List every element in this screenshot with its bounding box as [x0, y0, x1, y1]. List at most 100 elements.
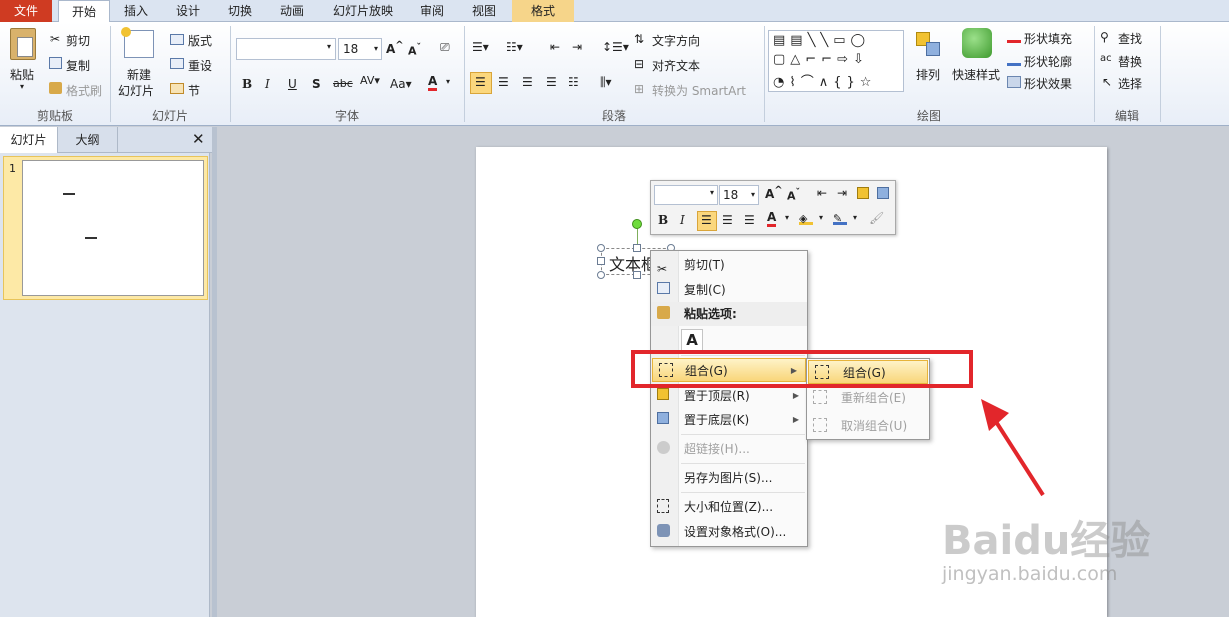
find-button[interactable]: 查找: [1118, 30, 1142, 47]
resize-handle-bm[interactable]: [633, 271, 641, 279]
columns-icon[interactable]: ⫼▾: [600, 75, 612, 90]
mini-format-painter-icon[interactable]: 🖌: [869, 211, 884, 225]
numbering-icon[interactable]: ☷▾: [506, 40, 523, 54]
mini-fill-icon[interactable]: ◈: [799, 211, 813, 225]
underline-icon[interactable]: U: [288, 77, 297, 91]
decrease-indent-icon[interactable]: ⇤: [550, 40, 560, 54]
resize-handle-bl[interactable]: [597, 271, 605, 279]
mini-outline-icon[interactable]: ✎: [833, 211, 847, 225]
convert-smartart-button[interactable]: 转换为 SmartArt: [652, 82, 746, 99]
mini-align-left-icon[interactable]: ☰: [697, 211, 717, 231]
slide-thumbnail[interactable]: [22, 160, 204, 296]
mini-font-name[interactable]: ▾: [654, 185, 718, 205]
resize-handle-ml[interactable]: [597, 257, 605, 265]
bold-icon[interactable]: B: [242, 77, 252, 91]
increase-indent-icon[interactable]: ⇥: [572, 40, 582, 54]
paste-dropdown-icon[interactable]: ▾: [20, 82, 24, 91]
bullets-icon[interactable]: ☰▾: [472, 40, 489, 54]
text-direction-button[interactable]: 文字方向: [652, 32, 700, 49]
quick-styles-icon[interactable]: [962, 28, 992, 58]
copy-button[interactable]: 复制: [66, 57, 90, 74]
tab-animations[interactable]: 动画: [274, 0, 310, 22]
tab-outline-pane[interactable]: 大纲: [58, 127, 118, 153]
new-slide-label-1[interactable]: 新建: [127, 66, 151, 83]
paste-keep-text-only-button[interactable]: A: [681, 329, 703, 351]
tab-design[interactable]: 设计: [170, 0, 206, 22]
paste-button[interactable]: 粘贴: [10, 66, 34, 83]
resize-handle-tm[interactable]: [633, 244, 641, 252]
tab-slideshow[interactable]: 幻灯片放映: [326, 0, 400, 22]
distribute-icon[interactable]: ☷: [568, 75, 579, 89]
cut-button[interactable]: 剪切: [66, 32, 90, 49]
italic-icon[interactable]: I: [265, 77, 270, 91]
font-name-select[interactable]: ▾: [236, 38, 336, 60]
clear-format-icon[interactable]: ⎚: [440, 40, 450, 55]
quick-styles-button[interactable]: 快速样式: [952, 66, 1000, 83]
tab-format[interactable]: 格式: [512, 0, 574, 22]
mini-send-back-icon[interactable]: [877, 187, 889, 199]
change-case-icon[interactable]: Aa▾: [390, 77, 412, 91]
replace-button[interactable]: 替换: [1118, 53, 1142, 70]
tab-view[interactable]: 视图: [466, 0, 502, 22]
menu-item-format-object[interactable]: 设置对象格式(O)...: [651, 520, 807, 544]
tab-file[interactable]: 文件: [0, 0, 52, 22]
menu-item-size-position[interactable]: 大小和位置(Z)...: [651, 495, 807, 519]
mini-outline-dropdown-icon[interactable]: ▾: [853, 213, 857, 222]
mini-increase-indent-icon[interactable]: ⇥: [837, 186, 847, 200]
mini-font-color-icon[interactable]: A: [767, 210, 777, 227]
layout-button[interactable]: 版式: [188, 32, 212, 49]
mini-italic-icon[interactable]: I: [680, 213, 685, 227]
align-center-icon[interactable]: ☰: [498, 75, 509, 89]
mini-font-size[interactable]: 18 ▾: [719, 185, 759, 205]
arrange-icon[interactable]: [914, 30, 944, 58]
align-text-button[interactable]: 对齐文本: [652, 57, 700, 74]
strikethrough-icon[interactable]: abc: [333, 77, 353, 90]
menu-item-hyperlink[interactable]: 超链接(H)...: [651, 437, 807, 461]
reset-button[interactable]: 重设: [188, 57, 212, 74]
new-slide-label-2[interactable]: 幻灯片: [118, 82, 154, 99]
close-pane-icon[interactable]: ✕: [192, 130, 205, 148]
mini-bold-icon[interactable]: B: [658, 213, 668, 227]
shrink-font-icon[interactable]: Aˇ: [408, 42, 421, 58]
tab-slides-pane[interactable]: 幻灯片: [0, 127, 58, 153]
arrange-button[interactable]: 排列: [916, 66, 940, 83]
font-size-select[interactable]: 18 ▾: [338, 38, 382, 60]
mini-bring-front-icon[interactable]: [857, 187, 869, 199]
mini-grow-font-icon[interactable]: A^: [765, 185, 783, 201]
mini-decrease-indent-icon[interactable]: ⇤: [817, 186, 827, 200]
rotation-handle[interactable]: [632, 219, 642, 229]
font-color-icon[interactable]: A: [428, 74, 438, 91]
menu-item-send-to-back[interactable]: 置于底层(K) ▶: [651, 408, 807, 432]
tab-transitions[interactable]: 切换: [222, 0, 258, 22]
tab-insert[interactable]: 插入: [118, 0, 154, 22]
font-color-dropdown-icon[interactable]: ▾: [446, 77, 450, 86]
submenu-item-regroup[interactable]: 重新组合(E): [807, 386, 929, 410]
section-button[interactable]: 节: [188, 82, 200, 99]
mini-align-center-icon[interactable]: ☰: [722, 213, 733, 227]
shape-outline-button[interactable]: 形状轮廓: [1024, 53, 1072, 70]
shapes-gallery[interactable]: ▤▤╲╲▭◯ ▢△⌐⌐⇨⇩ ◔⌇⌒∧{}☆: [768, 30, 904, 92]
justify-icon[interactable]: ☰: [546, 75, 557, 89]
char-spacing-icon[interactable]: AV▾: [360, 74, 380, 87]
shape-effects-button[interactable]: 形状效果: [1024, 75, 1072, 92]
mini-font-color-dropdown-icon[interactable]: ▾: [785, 213, 789, 222]
mini-fill-dropdown-icon[interactable]: ▾: [819, 213, 823, 222]
select-button[interactable]: 选择: [1118, 75, 1142, 92]
menu-item-save-as-picture[interactable]: 另存为图片(S)...: [651, 466, 807, 490]
shape-fill-button[interactable]: 形状填充: [1024, 30, 1072, 47]
format-painter-button[interactable]: 格式刷: [66, 82, 102, 99]
line-spacing-icon[interactable]: ↕☰▾: [602, 40, 629, 54]
paste-icon[interactable]: [10, 28, 36, 60]
grow-font-icon[interactable]: A^: [386, 40, 404, 56]
resize-handle-tl[interactable]: [597, 244, 605, 252]
menu-item-cut[interactable]: ✂ 剪切(T): [651, 253, 807, 277]
mini-align-right-icon[interactable]: ☰: [744, 213, 755, 227]
new-slide-icon[interactable]: [121, 27, 154, 58]
shadow-icon[interactable]: S: [312, 77, 321, 91]
submenu-item-ungroup[interactable]: 取消组合(U): [807, 414, 929, 438]
tab-home[interactable]: 开始: [58, 0, 110, 23]
tab-review[interactable]: 审阅: [414, 0, 450, 22]
menu-item-copy[interactable]: 复制(C): [651, 278, 807, 302]
align-right-icon[interactable]: ☰: [522, 75, 533, 89]
align-left-icon[interactable]: ☰: [470, 72, 492, 94]
